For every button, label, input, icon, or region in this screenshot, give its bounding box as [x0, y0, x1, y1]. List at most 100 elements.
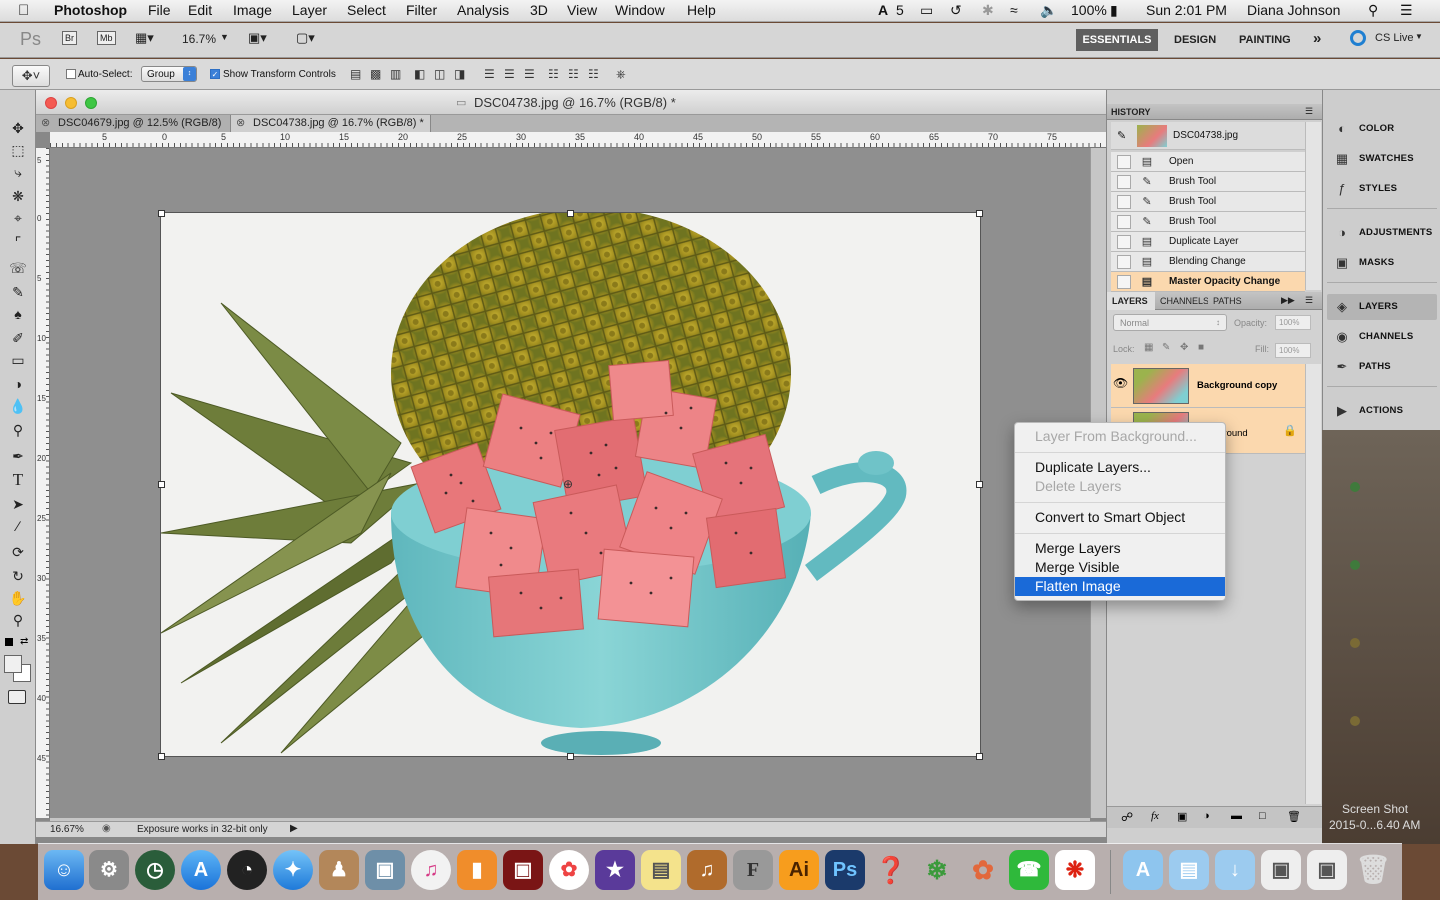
menu-file[interactable]: File: [148, 2, 171, 18]
menu-window[interactable]: Window: [615, 2, 665, 18]
history-item-brush-3[interactable]: ✎ Brush Tool: [1111, 212, 1305, 232]
blend-mode-dropdown[interactable]: Normal ↕: [1113, 314, 1227, 331]
menu-filter[interactable]: Filter: [406, 2, 437, 18]
history-checkbox[interactable]: [1117, 155, 1131, 169]
layers-scrollbar[interactable]: [1305, 364, 1321, 804]
crop-tool-icon[interactable]: ⌖: [6, 208, 30, 228]
distribute-hcenter-icon[interactable]: ☷: [568, 66, 579, 82]
screenshot-stack-icon[interactable]: ▣: [1307, 850, 1347, 890]
link-layers-icon[interactable]: ☍: [1121, 810, 1133, 824]
layers-tab[interactable]: LAYERS: [1107, 292, 1155, 310]
lock-all-icon[interactable]: ■: [1198, 342, 1204, 353]
history-checkbox[interactable]: [1117, 175, 1131, 189]
time-machine-icon[interactable]: ↺: [950, 2, 962, 19]
status-zoom[interactable]: 16.67%: [50, 824, 84, 835]
line-tool-icon[interactable]: ∕: [6, 516, 30, 536]
canvas-area[interactable]: ⊕: [50, 148, 1090, 818]
fireworks-icon[interactable]: ❄: [917, 850, 957, 890]
panel-menu-icon[interactable]: ☰: [1305, 106, 1313, 117]
auto-align-layers-icon[interactable]: ⎈: [616, 66, 626, 82]
paths-tab[interactable]: PATHS: [1213, 296, 1242, 306]
path-selection-tool-icon[interactable]: ➤: [6, 494, 30, 514]
quick-selection-tool-icon[interactable]: ❋: [6, 186, 30, 206]
workspace-painting[interactable]: PAINTING: [1239, 34, 1291, 46]
trash-icon[interactable]: 🗑: [1353, 850, 1393, 890]
applications-folder-icon[interactable]: A: [1123, 850, 1163, 890]
dodge-tool-icon[interactable]: ⚲: [6, 420, 30, 440]
photoshop-icon[interactable]: Ps: [825, 850, 865, 890]
delete-layer-icon[interactable]: 🗑: [1287, 810, 1301, 823]
marquee-tool-icon[interactable]: ⬚: [6, 140, 30, 160]
panel-button-masks[interactable]: ▣ MASKS: [1327, 250, 1437, 276]
bridge-button[interactable]: Br: [62, 31, 77, 45]
panel-button-adjustments[interactable]: ◑ ADJUSTMENTS: [1327, 220, 1437, 246]
imovie-icon[interactable]: ★: [595, 850, 635, 890]
desktop-file-date[interactable]: 2015-0...6.40 AM: [1329, 818, 1420, 832]
history-scrollbar[interactable]: [1305, 122, 1321, 290]
history-checkbox[interactable]: [1117, 235, 1131, 249]
photos-icon[interactable]: ✿: [549, 850, 589, 890]
menu-3d[interactable]: 3D: [530, 2, 548, 18]
clock[interactable]: Sun 2:01 PM: [1146, 2, 1227, 18]
panel-button-layers[interactable]: ◈ LAYERS: [1327, 294, 1437, 320]
transform-handle-left[interactable]: [158, 481, 165, 488]
app-store-icon[interactable]: A: [181, 850, 221, 890]
distribute-top-icon[interactable]: ☰: [484, 66, 495, 82]
align-top-icon[interactable]: ▤: [350, 66, 361, 82]
ibooks-icon[interactable]: ▮: [457, 850, 497, 890]
distribute-bottom-icon[interactable]: ☰: [524, 66, 535, 82]
panel-button-color[interactable]: ◐ COLOR: [1327, 116, 1437, 142]
menu-select[interactable]: Select: [347, 2, 386, 18]
auto-select-checkbox[interactable]: [66, 69, 76, 79]
tab-dsc04738[interactable]: ⊗ DSC04738.jpg @ 16.7% (RGB/8) *: [231, 115, 431, 132]
quick-mask-icon[interactable]: [8, 690, 26, 704]
history-checkbox[interactable]: [1117, 255, 1131, 269]
dashboard-icon[interactable]: ◔: [227, 850, 267, 890]
type-tool-icon[interactable]: T: [6, 470, 30, 490]
visibility-eye-icon[interactable]: 👁: [1113, 376, 1128, 390]
history-item-master-opacity-change[interactable]: ▤ Master Opacity Change: [1111, 272, 1305, 292]
history-item-duplicate-layer[interactable]: ▤ Duplicate Layer: [1111, 232, 1305, 252]
facetime-icon[interactable]: ☎: [1009, 850, 1049, 890]
menu-view[interactable]: View: [567, 2, 597, 18]
wifi-icon[interactable]: ≈: [1010, 2, 1018, 18]
workspace-design[interactable]: DESIGN: [1174, 34, 1216, 46]
close-tab-icon[interactable]: ⊗: [41, 115, 50, 132]
menu-item-merge-visible[interactable]: Merge Visible: [1015, 558, 1225, 577]
default-colors-icon[interactable]: [5, 638, 13, 646]
panel-button-swatches[interactable]: ▦ SWATCHES: [1327, 146, 1437, 172]
history-brush-tool-icon[interactable]: ✐: [6, 328, 30, 348]
finder-icon[interactable]: ☺: [44, 850, 84, 890]
itunes-icon[interactable]: ♫: [411, 850, 451, 890]
distribute-right-icon[interactable]: ☷: [588, 66, 599, 82]
layer-row-background-copy[interactable]: 👁 Background copy: [1111, 364, 1305, 408]
eraser-tool-icon[interactable]: ▭: [6, 350, 30, 370]
bluetooth-icon[interactable]: ✱: [982, 2, 994, 19]
history-tab[interactable]: HISTORY: [1111, 107, 1151, 117]
transform-handle-top[interactable]: [567, 210, 574, 217]
align-bottom-icon[interactable]: ▥: [390, 66, 401, 82]
menu-item-convert-to-smart-object[interactable]: Convert to Smart Object: [1015, 508, 1225, 527]
distribute-left-icon[interactable]: ☷: [548, 66, 559, 82]
zoom-window-button[interactable]: [85, 97, 97, 109]
app-name[interactable]: Photoshop: [54, 2, 127, 18]
history-brush-source-icon[interactable]: ✎: [1117, 129, 1126, 142]
arrange-documents-icon[interactable]: ▣▾: [248, 30, 267, 46]
menu-item-flatten-image[interactable]: Flatten Image: [1015, 577, 1225, 596]
apple-icon[interactable]: : [18, 2, 29, 19]
time-machine-icon[interactable]: ◷: [135, 850, 175, 890]
menu-edit[interactable]: Edit: [188, 2, 212, 18]
cs-live-button[interactable]: CS Live: [1375, 32, 1414, 44]
panel-button-actions[interactable]: ▶ ACTIONS: [1327, 398, 1437, 424]
channels-tab[interactable]: CHANNELS: [1160, 296, 1208, 306]
transform-handle-bottom[interactable]: [567, 753, 574, 760]
align-right-icon[interactable]: ◨: [454, 66, 465, 82]
transform-handle-bottom-left[interactable]: [158, 753, 165, 760]
layer-style-icon[interactable]: fx: [1151, 810, 1159, 822]
distribute-vcenter-icon[interactable]: ☰: [504, 66, 515, 82]
history-item-blending-change[interactable]: ▤ Blending Change: [1111, 252, 1305, 272]
transform-handle-bottom-right[interactable]: [976, 753, 983, 760]
pen-tool-icon[interactable]: ✒: [6, 446, 30, 466]
swap-colors-icon[interactable]: ⇄: [20, 636, 28, 647]
history-checkbox[interactable]: [1117, 215, 1131, 229]
